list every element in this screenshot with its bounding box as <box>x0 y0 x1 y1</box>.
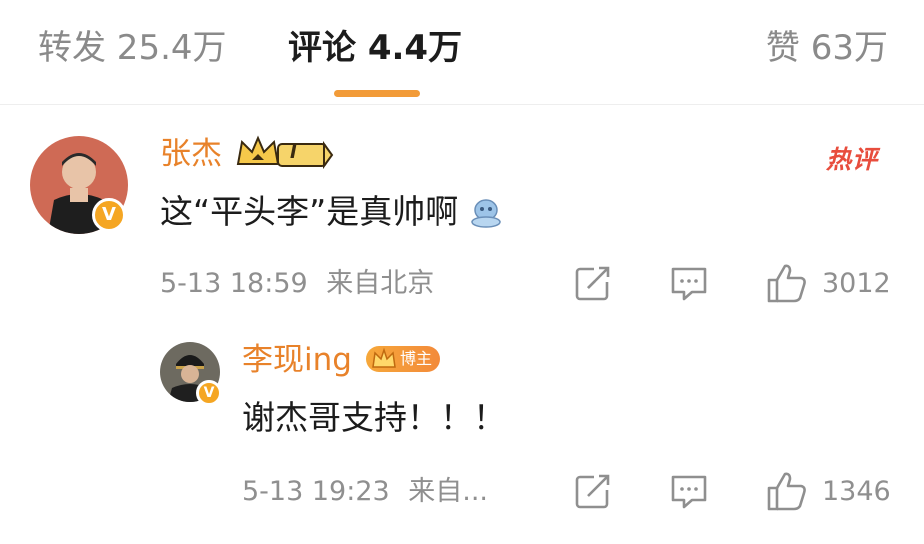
reply-location: 来自... <box>408 476 489 507</box>
reply-text: 谢杰哥支持！！！ <box>242 398 506 437</box>
level-badge-label: I <box>290 142 297 163</box>
reply-username[interactable]: 李现ing <box>242 340 352 380</box>
share-icon[interactable] <box>574 264 612 302</box>
blogger-badge-label: 博主 <box>400 349 433 368</box>
comment-icon[interactable] <box>670 266 708 302</box>
like-count: 3012 <box>822 268 891 299</box>
comment-text-body: 这“平头李”是真帅啊 <box>160 192 459 231</box>
thumbs-up-icon[interactable] <box>766 262 808 304</box>
like-count: 1346 <box>822 476 891 507</box>
hot-comment-tag: 热评 <box>826 145 879 174</box>
crown-icon <box>236 135 334 170</box>
reply-meta: 5-13 19:23 来自... <box>242 474 488 510</box>
emoji-icon <box>470 199 501 228</box>
comment-icon[interactable] <box>670 474 708 510</box>
v-verified-icon: V <box>196 380 222 406</box>
comment-time: 5-13 18:59 <box>160 268 308 299</box>
v-verified-icon: V <box>92 198 126 232</box>
thumbs-up-icon[interactable] <box>766 470 808 512</box>
reply-time: 5-13 19:23 <box>242 476 390 507</box>
share-icon[interactable] <box>574 472 612 510</box>
comment-username[interactable]: 张杰 <box>160 134 222 174</box>
comment-text: 这“平头李”是真帅啊 <box>160 190 503 234</box>
active-tab-indicator <box>334 90 420 97</box>
crown-icon <box>372 347 396 368</box>
tab-like[interactable]: 赞 63万 <box>766 24 888 72</box>
comment-meta: 5-13 18:59 来自北京 <box>160 266 434 302</box>
tab-repost[interactable]: 转发 25.4万 <box>38 24 227 72</box>
tab-comment[interactable]: 评论 4.4万 <box>288 24 462 72</box>
blogger-badge: 博主 <box>366 346 441 372</box>
comment-location: 来自北京 <box>326 268 435 299</box>
tab-bar: 转发 25.4万 评论 4.4万 赞 63万 <box>0 0 924 105</box>
